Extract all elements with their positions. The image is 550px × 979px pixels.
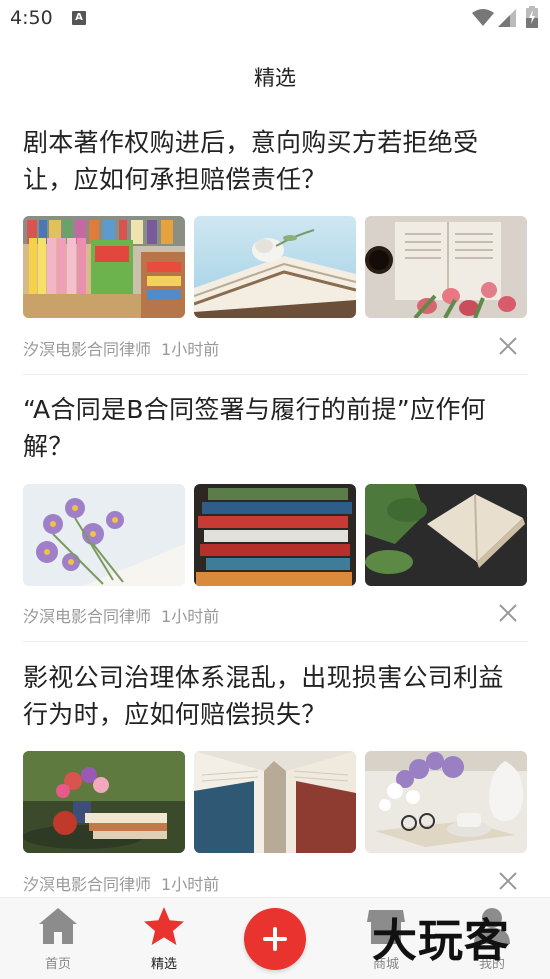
- divider: [23, 374, 528, 375]
- home-icon: [39, 908, 77, 944]
- page-title: 精选: [254, 66, 296, 90]
- article-meta: 汐溟电影合同律师 1小时前: [23, 603, 219, 627]
- watermark-logo: 大玩客: [372, 914, 511, 967]
- article-meta: 汐溟电影合同律师 1小时前: [23, 336, 219, 360]
- tab-home[interactable]: 首页: [18, 898, 98, 979]
- bookstore-shelf-image: [23, 216, 185, 318]
- add-button[interactable]: [244, 908, 306, 970]
- open-book-leaves-image: [365, 484, 527, 586]
- open-book-tulips-image: [365, 216, 527, 318]
- status-bar: 4:50 A: [0, 0, 550, 38]
- close-icon[interactable]: [498, 336, 518, 356]
- post-time: 1小时前: [161, 340, 220, 359]
- article-title[interactable]: 影视公司治理体系混乱，出现损害公司利益行为时，应如何赔偿损失？: [23, 659, 528, 733]
- notification-icon: A: [72, 11, 86, 25]
- tab-featured[interactable]: 精选: [124, 898, 204, 979]
- article-title[interactable]: “A合同是B合同签署与履行的前提”应作何解？: [23, 391, 528, 465]
- book-stack-image: [194, 484, 356, 586]
- rose-on-book-image: [194, 216, 356, 318]
- status-time: 4:50: [10, 7, 53, 29]
- purple-flowers-image: [23, 484, 185, 586]
- divider: [23, 641, 528, 642]
- article-meta: 汐溟电影合同律师 1小时前: [23, 871, 219, 895]
- author-name: 汐溟电影合同律师: [23, 340, 152, 359]
- article-thumbnails: [23, 216, 528, 318]
- star-icon: [144, 907, 184, 945]
- wifi-icon: [472, 9, 494, 26]
- tab-home-label: 首页: [44, 957, 71, 972]
- flowers-apple-books-image: [23, 751, 185, 853]
- close-icon[interactable]: [498, 871, 518, 891]
- author-name: 汐溟电影合同律师: [23, 875, 152, 894]
- tab-featured-label: 精选: [150, 957, 177, 972]
- open-book-pages-image: [194, 751, 356, 853]
- author-name: 汐溟电影合同律师: [23, 607, 152, 626]
- lilac-teacup-glasses-image: [365, 751, 527, 853]
- signal-icon: [498, 9, 516, 27]
- article-title[interactable]: 剧本著作权购进后，意向购买方若拒绝受让，应如何承担赔偿责任？: [23, 124, 528, 198]
- article-thumbnails: [23, 484, 528, 586]
- article-thumbnails: [23, 751, 528, 853]
- battery-icon: [526, 6, 538, 28]
- post-time: 1小时前: [161, 875, 220, 894]
- close-icon[interactable]: [498, 603, 518, 623]
- post-time: 1小时前: [161, 607, 220, 626]
